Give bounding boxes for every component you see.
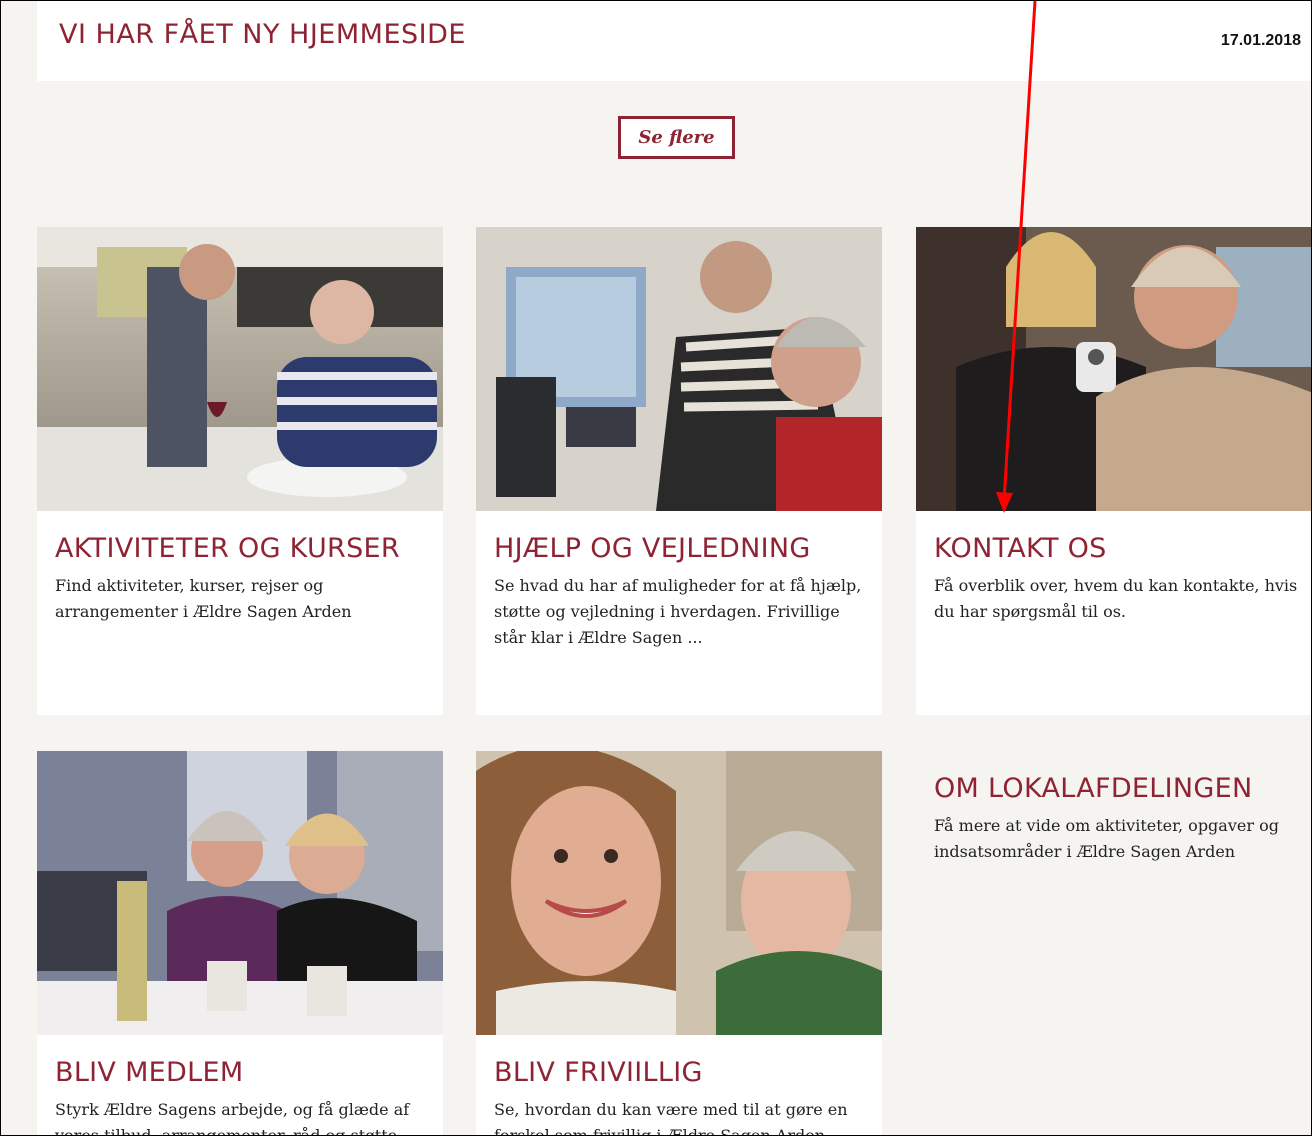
news-item[interactable]: VI HAR FÅET NY HJEMMESIDE 17.01.2018 (37, 1, 1311, 81)
card-description: Find aktiviteter, kurser, rejser og arra… (55, 576, 352, 621)
card-volunteer[interactable]: BLIV FRIVIILLIG Se, hvordan du kan være … (476, 751, 882, 1136)
news-date: 17.01.2018 (1220, 32, 1301, 49)
card-membership[interactable]: BLIV MEDLEM Styrk Ældre Sagens arbejde, … (37, 751, 443, 1136)
membership-photo[interactable] (37, 751, 443, 1035)
volunteer-photo[interactable] (476, 751, 882, 1035)
card-contact[interactable]: KONTAKT OS Få overblik over, hvem du kan… (916, 227, 1311, 715)
page: VI HAR FÅET NY HJEMMESIDE 17.01.2018 Se … (0, 0, 1312, 1136)
card-description: Få overblik over, hvem du kan kontakte, … (934, 576, 1298, 621)
card-description: Se, hvordan du kan være med til at gøre … (494, 1100, 848, 1136)
card-local-department[interactable]: OM LOKALAFDELINGEN Få mere at vide om ak… (916, 751, 1311, 1135)
card-help[interactable]: HJÆLP OG VEJLEDNING Se hvad du har af mu… (476, 227, 882, 715)
help-photo[interactable] (476, 227, 882, 511)
activities-photo[interactable] (37, 227, 443, 511)
card-description: Se hvad du har af muligheder for at få h… (494, 576, 862, 647)
card-title[interactable]: BLIV FRIVIILLIG (494, 1057, 882, 1089)
card-title[interactable]: BLIV MEDLEM (55, 1057, 443, 1089)
card-activities[interactable]: AKTIVITETER OG KURSER Find aktiviteter, … (37, 227, 443, 715)
card-title[interactable]: OM LOKALAFDELINGEN (934, 773, 1311, 805)
card-title[interactable]: AKTIVITETER OG KURSER (55, 533, 443, 565)
card-title[interactable]: KONTAKT OS (934, 533, 1311, 565)
card-description: Få mere at vide om aktiviteter, opgaver … (934, 816, 1279, 861)
see-more-button[interactable]: Se flere (618, 116, 735, 159)
card-description: Styrk Ældre Sagens arbejde, og få glæde … (55, 1100, 410, 1136)
contact-photo[interactable] (916, 227, 1311, 511)
news-title[interactable]: VI HAR FÅET NY HJEMMESIDE (59, 19, 466, 50)
card-title[interactable]: HJÆLP OG VEJLEDNING (494, 533, 882, 565)
